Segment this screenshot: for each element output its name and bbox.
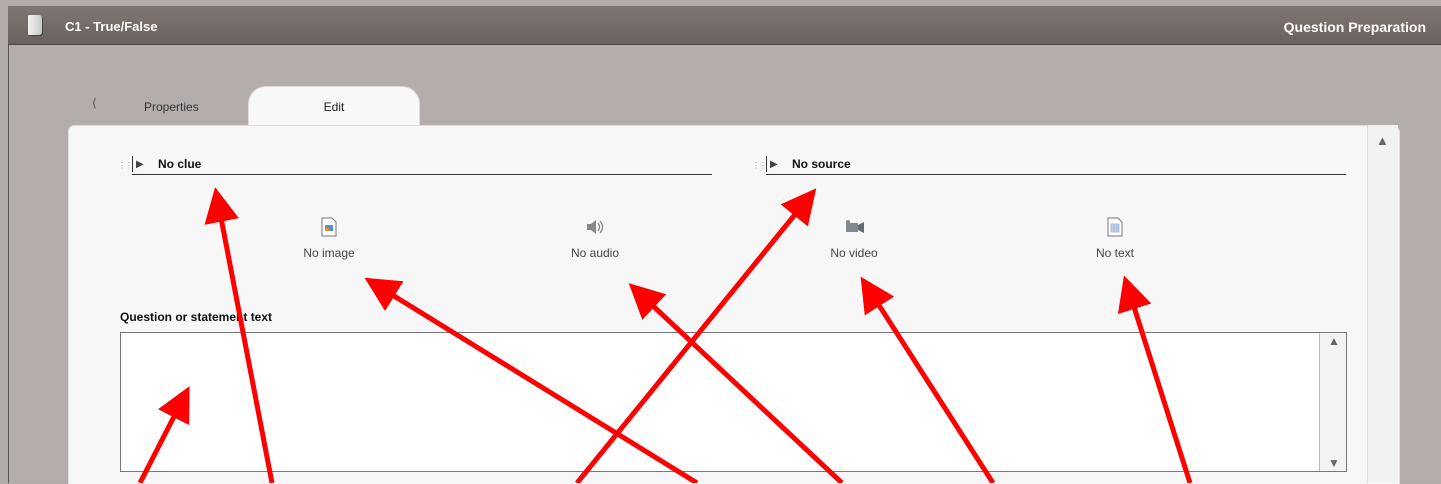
accordion-bar xyxy=(766,156,767,172)
clue-label: No clue xyxy=(158,157,202,171)
scroll-up-icon[interactable]: ▲ xyxy=(1376,133,1389,148)
drag-handle-icon[interactable]: ⋮⋮ xyxy=(118,161,133,170)
tab-edit[interactable]: Edit xyxy=(248,86,420,127)
video-slot[interactable]: No video xyxy=(774,214,934,260)
expand-arrow-icon[interactable]: ▶ xyxy=(770,159,778,170)
audio-slot[interactable]: No audio xyxy=(515,214,675,260)
image-icon xyxy=(249,214,409,240)
video-label: No video xyxy=(830,246,878,260)
source-label: No source xyxy=(792,157,851,171)
audio-label: No audio xyxy=(570,246,620,260)
title-bar xyxy=(8,6,1441,45)
question-text-area[interactable]: ▲ ▼ xyxy=(120,332,1347,472)
tab-scroll-left-button[interactable]: ⟨ xyxy=(92,96,97,110)
scroll-up-icon[interactable]: ▲ xyxy=(1328,334,1340,348)
source-accordion[interactable]: ⋮⋮ ▶ No source xyxy=(752,152,1352,182)
window-title: C1 - True/False xyxy=(65,19,158,34)
document-icon xyxy=(28,15,42,35)
text-slot[interactable]: No text xyxy=(1035,214,1195,260)
speaker-icon xyxy=(515,214,675,240)
source-divider xyxy=(766,174,1346,175)
text-label: No text xyxy=(1095,246,1134,260)
tab-properties[interactable]: Properties xyxy=(144,100,199,114)
text-document-icon xyxy=(1035,214,1195,240)
question-input[interactable] xyxy=(121,333,1320,471)
drag-handle-icon[interactable]: ⋮⋮ xyxy=(752,161,767,170)
section-title: Question Preparation xyxy=(1283,19,1426,35)
tab-edit-label: Edit xyxy=(323,100,345,114)
scroll-down-icon[interactable]: ▼ xyxy=(1328,456,1340,470)
image-slot[interactable]: No image xyxy=(249,214,409,260)
question-scrollbar[interactable]: ▲ ▼ xyxy=(1319,333,1346,471)
image-label: No image xyxy=(303,246,355,260)
clue-accordion[interactable]: ⋮⋮ ▶ No clue xyxy=(118,152,718,182)
video-camera-icon xyxy=(774,214,934,240)
accordion-bar xyxy=(132,156,133,172)
expand-arrow-icon[interactable]: ▶ xyxy=(136,159,144,170)
panel-scrollbar[interactable]: ▲ xyxy=(1367,125,1398,483)
clue-divider xyxy=(132,174,712,175)
question-label: Question or statement text xyxy=(120,310,273,324)
